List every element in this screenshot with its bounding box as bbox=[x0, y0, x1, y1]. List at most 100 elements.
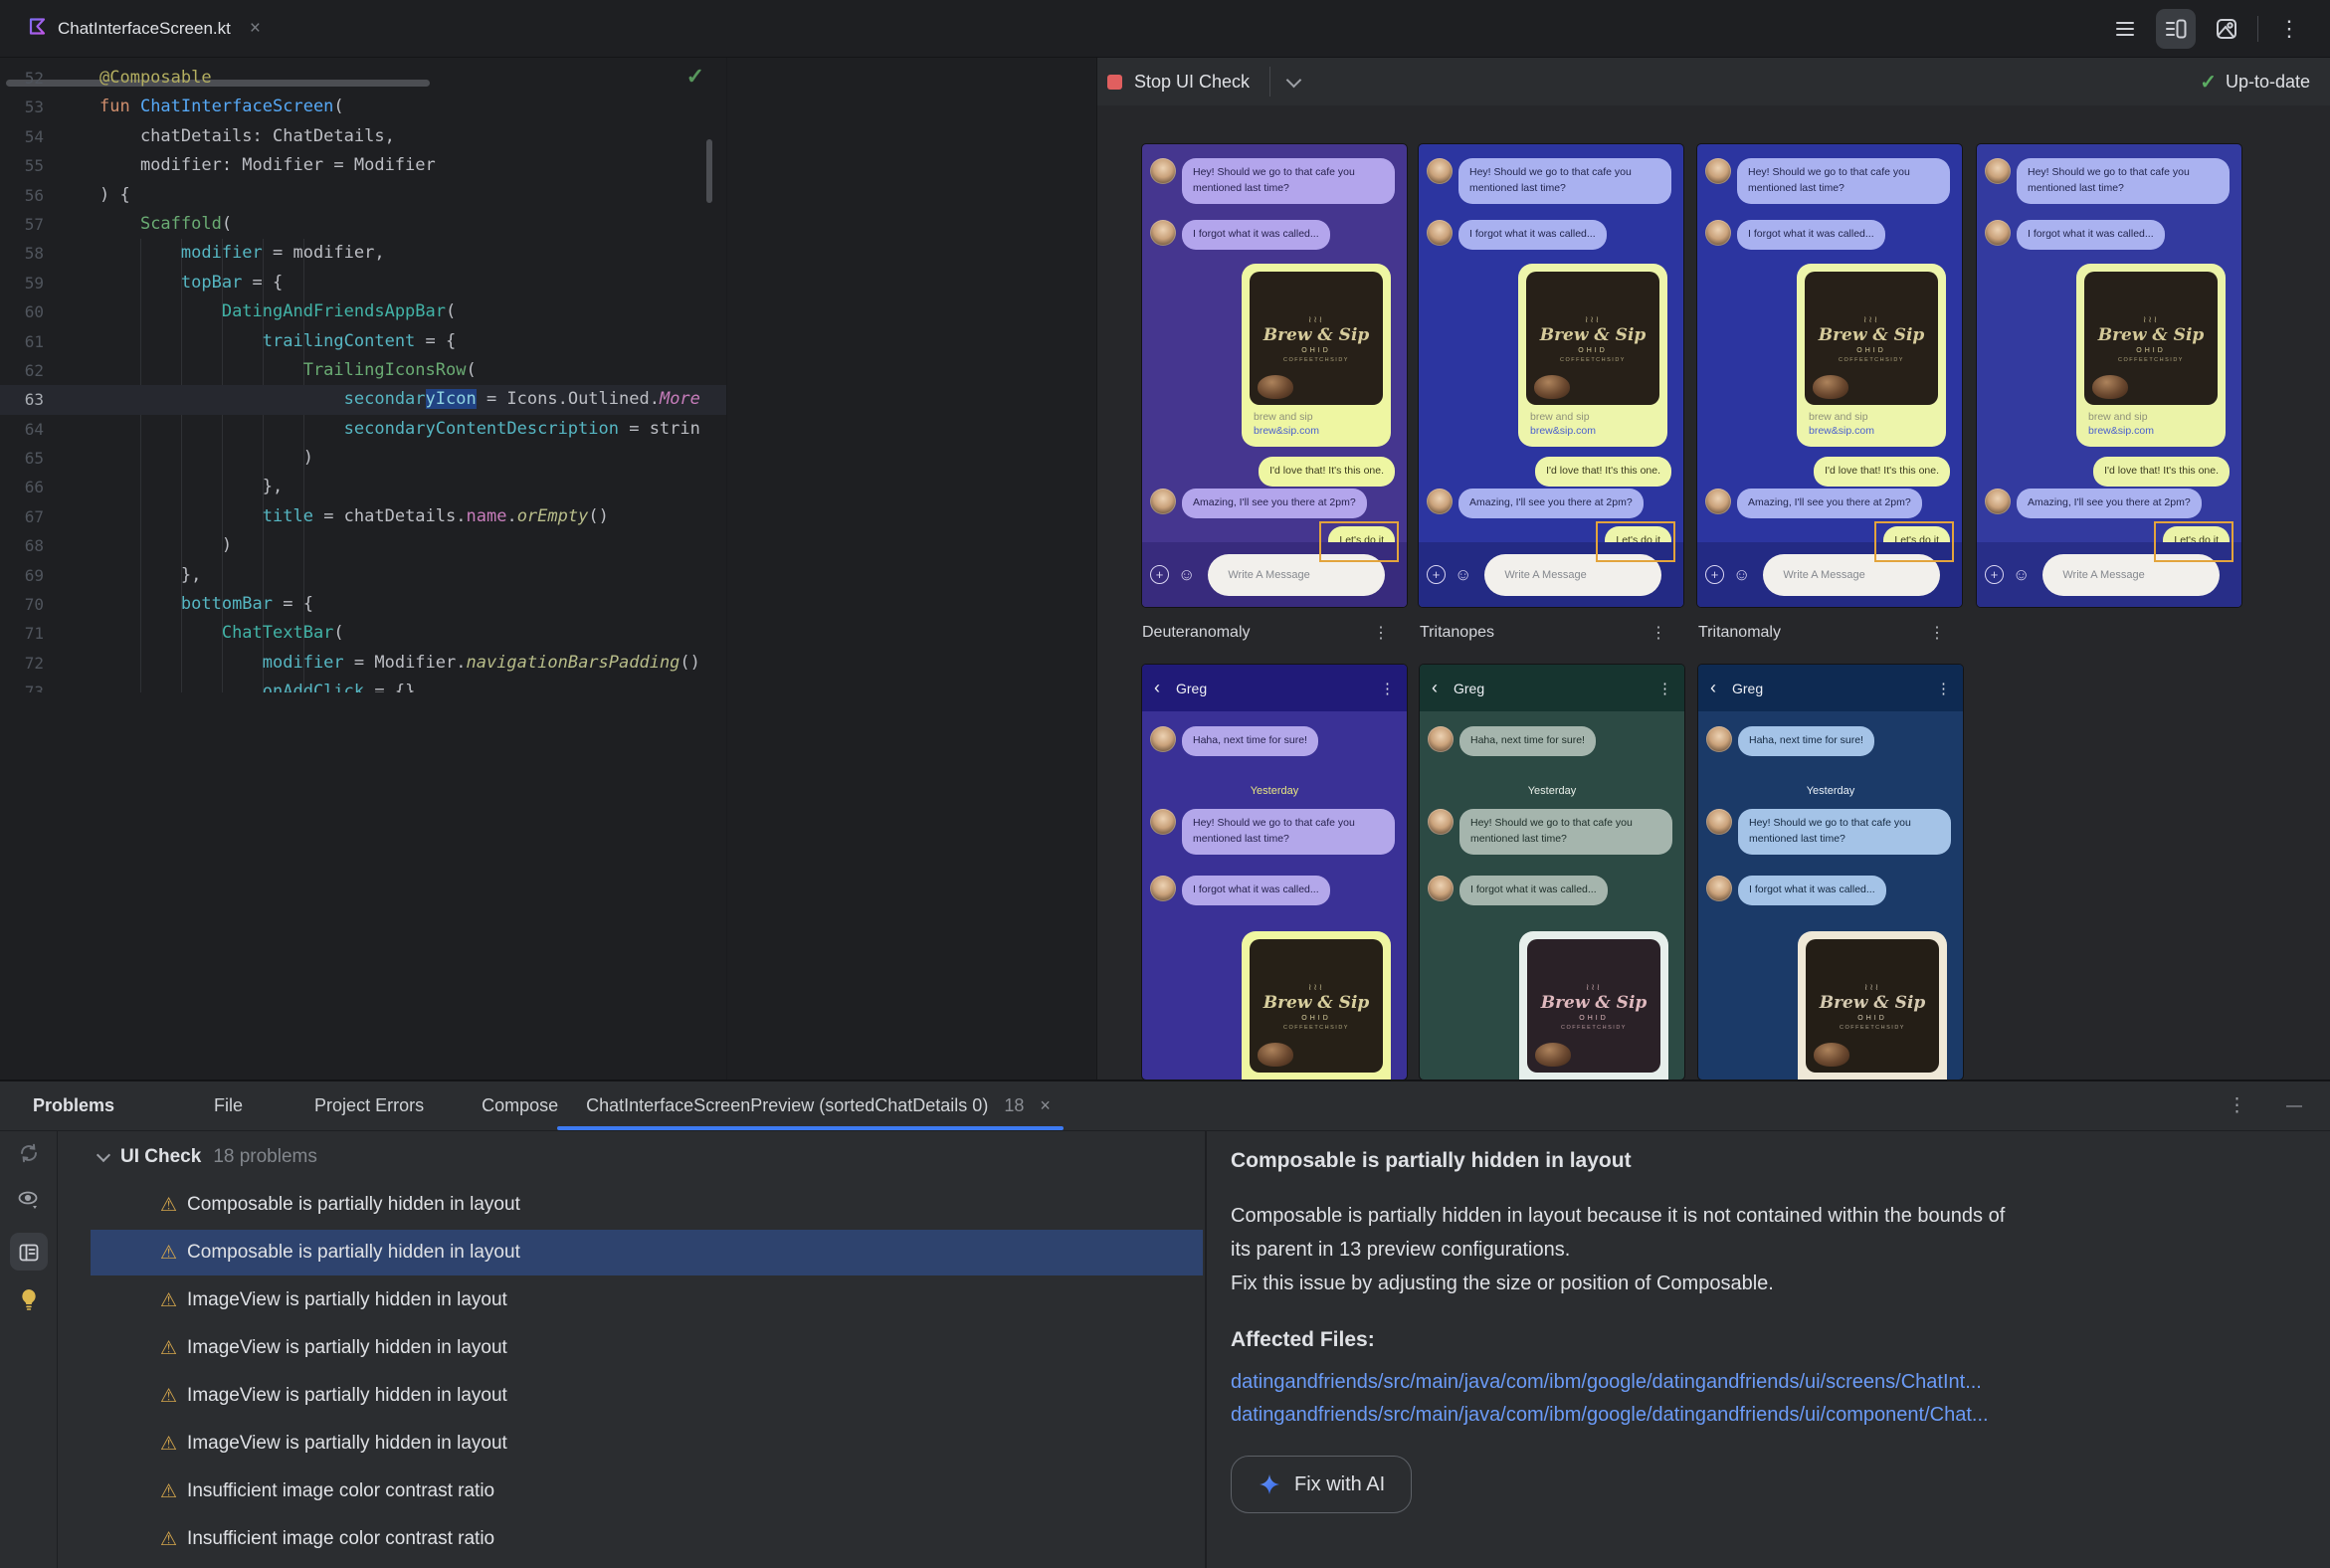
code-line[interactable]: 57 Scaffold( bbox=[0, 210, 726, 239]
emoji-icon[interactable]: ☺ bbox=[1455, 566, 1471, 583]
tab-close-icon[interactable]: × bbox=[1040, 1095, 1051, 1116]
card-link[interactable]: brew&sip.com bbox=[1805, 425, 1938, 437]
code-line[interactable]: 65 ) bbox=[0, 444, 726, 473]
code-line[interactable]: 72 modifier = Modifier.navigationBarsPad… bbox=[0, 649, 726, 678]
brew-card: ≀≀≀Brew & SipOHIDCOFFEETCHSIDYbrew and s… bbox=[1242, 931, 1391, 1079]
code-line[interactable]: 62 TrailingIconsRow( bbox=[0, 356, 726, 385]
preview-filter-icon[interactable] bbox=[16, 1187, 42, 1213]
code-line[interactable]: 73 onAddClick = {} bbox=[0, 678, 726, 692]
preview-menu-icon[interactable]: ⋮ bbox=[1929, 623, 1963, 643]
code-line[interactable]: 70 bottomBar = { bbox=[0, 590, 726, 619]
avatar bbox=[1706, 876, 1732, 901]
emoji-icon[interactable]: ☺ bbox=[1733, 566, 1750, 583]
code-line[interactable]: 59 topBar = { bbox=[0, 269, 726, 297]
preview-phone-row2[interactable]: ‹ Greg ⋮ Haha, next time for sure! Yesterday… bbox=[1419, 664, 1685, 1079]
sync-status-label: Up-to-date bbox=[2225, 71, 2310, 92]
code-text: bottomBar = { bbox=[180, 594, 313, 615]
panel-options-icon[interactable]: ⋮ bbox=[2228, 1094, 2246, 1117]
affected-file-link[interactable]: datingandfriends/src/main/java/com/ibm/g… bbox=[1231, 1399, 2306, 1432]
back-icon[interactable]: ‹ bbox=[1154, 678, 1160, 698]
code-line[interactable]: 64 secondaryContentDescription = strin bbox=[0, 415, 726, 444]
brew-tagline: COFFEETCHSIDY bbox=[1283, 1024, 1349, 1031]
code-line[interactable]: 63 secondaryIcon = Icons.Outlined.More bbox=[0, 385, 726, 415]
problem-item[interactable]: ⚠Insufficient text color contrast ratio bbox=[58, 1563, 1205, 1568]
design-view-icon[interactable] bbox=[2212, 14, 2241, 44]
brew-tagline: COFFEETCHSIDY bbox=[1839, 356, 1904, 363]
tab-close-icon[interactable]: × bbox=[250, 18, 261, 40]
preview-phone-row2[interactable]: ‹ Greg ⋮ Haha, next time for sure! Yesterday… bbox=[1697, 664, 1964, 1079]
chat-menu-icon[interactable]: ⋮ bbox=[1657, 680, 1672, 697]
stop-ui-check-button[interactable]: Stop UI Check bbox=[1134, 72, 1250, 93]
code-line[interactable]: 58 modifier = modifier, bbox=[0, 239, 726, 268]
problem-item[interactable]: ⚠ Insufficient image color contrast ratio bbox=[58, 1468, 1205, 1515]
fix-with-ai-button[interactable]: Fix with AI bbox=[1231, 1456, 1413, 1513]
problem-item[interactable]: ⚠ ImageView is partially hidden in layout bbox=[58, 1276, 1205, 1324]
ui-check-highlight-box bbox=[1319, 521, 1399, 562]
problem-item[interactable]: ⚠ Insufficient image color contrast ratio bbox=[58, 1515, 1205, 1563]
code-line[interactable]: 55 modifier: Modifier = Modifier bbox=[0, 151, 726, 180]
problem-item[interactable]: ⚠ ImageView is partially hidden in layout bbox=[58, 1324, 1205, 1372]
add-icon[interactable]: + bbox=[1150, 565, 1169, 584]
problem-item[interactable]: ⚠ ImageView is partially hidden in layout bbox=[58, 1372, 1205, 1420]
code-text: ) { bbox=[99, 184, 130, 205]
add-icon[interactable]: + bbox=[1427, 565, 1446, 584]
editor-tab-active[interactable]: ChatInterfaceScreen.kt × bbox=[0, 0, 275, 57]
message-bubble: Hey! Should we go to that cafe you menti… bbox=[1182, 809, 1395, 855]
code-editor[interactable]: 52 @Composable 53 fun ChatInterfaceScreen(5… bbox=[0, 64, 726, 692]
tab-project-errors[interactable]: Project Errors bbox=[314, 1095, 424, 1116]
code-line[interactable]: 56) { bbox=[0, 181, 726, 210]
details-view-icon[interactable] bbox=[17, 1241, 41, 1265]
more-options-icon[interactable]: ⋮ bbox=[2274, 14, 2304, 44]
code-line[interactable]: 53 fun ChatInterfaceScreen( bbox=[0, 93, 726, 121]
split-view-icon[interactable] bbox=[2156, 8, 2196, 49]
preview-phone-row1[interactable]: Hey! Should we go to that cafe you menti… bbox=[1141, 143, 1408, 608]
preview-menu-icon[interactable]: ⋮ bbox=[1373, 623, 1407, 643]
code-line[interactable]: 66 }, bbox=[0, 473, 726, 501]
preview-phone-row1[interactable]: Hey! Should we go to that cafe you menti… bbox=[1418, 143, 1684, 608]
code-line[interactable]: 68 ) bbox=[0, 531, 726, 560]
code-line[interactable]: 71 ChatTextBar( bbox=[0, 619, 726, 648]
preview-menu-icon[interactable]: ⋮ bbox=[1650, 623, 1684, 643]
code-line[interactable]: 52 @Composable bbox=[0, 64, 726, 93]
problem-item[interactable]: ⚠ ImageView is partially hidden in layout bbox=[58, 1420, 1205, 1468]
problem-item[interactable]: ⚠ Composable is partially hidden in layou… bbox=[58, 1229, 1205, 1276]
tab-compose[interactable]: Compose bbox=[482, 1095, 558, 1116]
problems-group-header[interactable]: UI Check 18 problems bbox=[58, 1133, 1205, 1181]
code-line[interactable]: 61 trailingContent = { bbox=[0, 327, 726, 356]
chevron-down-icon[interactable] bbox=[1285, 72, 1302, 88]
code-line[interactable]: 67 title = chatDetails.name.orEmpty() bbox=[0, 502, 726, 531]
minimize-panel-icon[interactable]: — bbox=[2286, 1097, 2302, 1115]
card-link[interactable]: brew&sip.com bbox=[2084, 425, 2218, 437]
code-line[interactable]: 54 chatDetails: ChatDetails, bbox=[0, 122, 726, 151]
chat-message: Haha, next time for sure! bbox=[1698, 726, 1963, 756]
back-icon[interactable]: ‹ bbox=[1432, 678, 1438, 698]
coffee-cup bbox=[1535, 1043, 1571, 1067]
brew-subtitle: OHID bbox=[2136, 346, 2166, 354]
add-icon[interactable]: + bbox=[1985, 565, 2004, 584]
code-line[interactable]: 69 }, bbox=[0, 561, 726, 590]
line-number: 66 bbox=[24, 478, 44, 497]
preview-phone-row1[interactable]: Hey! Should we go to that cafe you menti… bbox=[1696, 143, 1963, 608]
card-link[interactable]: brew&sip.com bbox=[1250, 425, 1383, 437]
tab-file[interactable]: File bbox=[214, 1095, 243, 1116]
code-line[interactable]: 60 DatingAndFriendsAppBar( bbox=[0, 297, 726, 326]
brew-tagline: COFFEETCHSIDY bbox=[1560, 356, 1626, 363]
tab-preview[interactable]: ChatInterfaceScreenPreview (sortedChatDe… bbox=[586, 1081, 1051, 1130]
preview-phone-row2[interactable]: ‹ Greg ⋮ Haha, next time for sure! Yesterday… bbox=[1141, 664, 1408, 1079]
code-text: DatingAndFriendsAppBar( bbox=[221, 301, 457, 322]
lightbulb-icon[interactable] bbox=[16, 1286, 42, 1312]
back-icon[interactable]: ‹ bbox=[1710, 678, 1716, 698]
list-view-icon[interactable] bbox=[2110, 14, 2140, 44]
problem-item[interactable]: ⚠ Composable is partially hidden in layou… bbox=[58, 1181, 1205, 1229]
refresh-icon[interactable] bbox=[17, 1141, 41, 1165]
stop-icon[interactable] bbox=[1107, 74, 1122, 90]
emoji-icon[interactable]: ☺ bbox=[1178, 566, 1195, 583]
tab-problems[interactable]: Problems bbox=[33, 1095, 114, 1116]
preview-phone-row1[interactable]: Hey! Should we go to that cafe you menti… bbox=[1976, 143, 2242, 608]
add-icon[interactable]: + bbox=[1705, 565, 1724, 584]
chat-menu-icon[interactable]: ⋮ bbox=[1936, 680, 1951, 697]
emoji-icon[interactable]: ☺ bbox=[2013, 566, 2030, 583]
affected-file-link[interactable]: datingandfriends/src/main/java/com/ibm/g… bbox=[1231, 1366, 2306, 1399]
chat-menu-icon[interactable]: ⋮ bbox=[1380, 680, 1395, 697]
card-link[interactable]: brew&sip.com bbox=[1526, 425, 1659, 437]
